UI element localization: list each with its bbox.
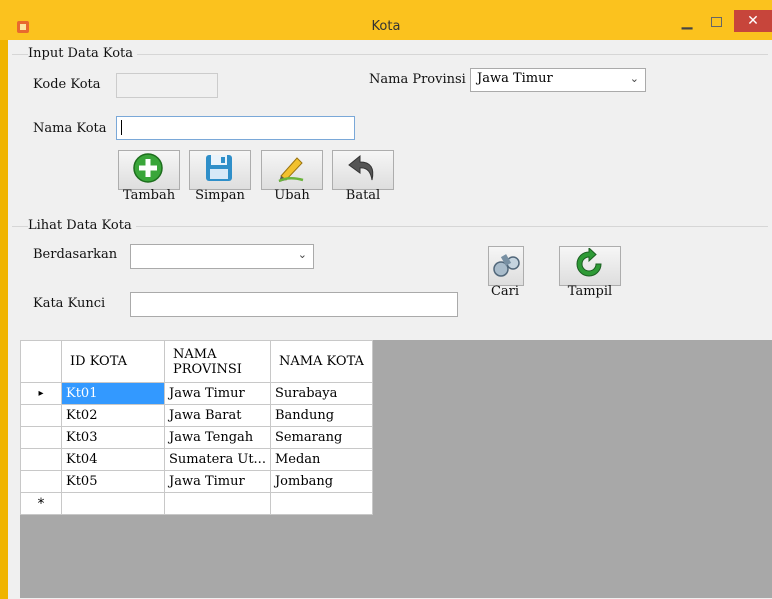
current-row-indicator[interactable]: ▸ xyxy=(20,382,62,405)
table-row[interactable]: Kt03 Jawa Tengah Semarang xyxy=(20,426,373,449)
chevron-down-icon: ⌄ xyxy=(297,248,307,261)
refresh-icon xyxy=(576,248,602,277)
cell-nama-kota[interactable]: Bandung xyxy=(269,404,373,427)
tambah-button[interactable]: Tambah xyxy=(118,150,180,208)
batal-button[interactable]: Batal xyxy=(332,150,394,208)
batal-label: Batal xyxy=(345,188,381,203)
kata-kunci-label: Kata Kunci xyxy=(33,296,106,311)
cell-nama-kota[interactable]: Medan xyxy=(269,448,373,471)
form-client-area: Input Data Kota Kode Kota Nama Provinsi … xyxy=(8,40,772,599)
chevron-down-icon: ⌄ xyxy=(629,72,639,85)
maximize-icon xyxy=(710,17,722,27)
kota-data-grid[interactable]: ID KOTA NAMA PROVINSI NAMA KOTA ▸ Kt01 J… xyxy=(20,340,772,598)
maximize-button[interactable] xyxy=(705,12,727,32)
title-bar[interactable]: Kota ▁ ✕ xyxy=(0,0,772,40)
column-header-id-kota[interactable]: ID KOTA xyxy=(61,340,165,383)
cell-nama-provinsi[interactable]: Jawa Timur xyxy=(164,470,271,493)
cell-id-kota[interactable]: Kt05 xyxy=(61,470,165,493)
row-header[interactable] xyxy=(20,426,62,449)
search-group-title: Lihat Data Kota xyxy=(28,218,136,233)
row-header[interactable] xyxy=(20,404,62,427)
pencil-edit-icon xyxy=(278,157,304,183)
simpan-label: Simpan xyxy=(195,188,245,203)
new-cell[interactable] xyxy=(164,492,271,515)
cell-id-kota[interactable]: Kt01 xyxy=(61,382,165,405)
cell-nama-provinsi[interactable]: Jawa Tengah xyxy=(164,426,271,449)
new-cell[interactable] xyxy=(61,492,165,515)
tambah-label: Tambah xyxy=(122,188,176,203)
cell-nama-provinsi[interactable]: Sumatera Ut... xyxy=(164,448,271,471)
cell-id-kota[interactable]: Kt03 xyxy=(61,426,165,449)
row-header[interactable] xyxy=(20,470,62,493)
simpan-button[interactable]: Simpan xyxy=(189,150,251,208)
minimize-button[interactable]: ▁ xyxy=(675,12,699,32)
text-caret xyxy=(121,120,122,135)
nama-provinsi-select[interactable]: Jawa Timur ⌄ xyxy=(470,68,646,92)
column-header-nama-provinsi[interactable]: NAMA PROVINSI xyxy=(164,340,271,383)
table-row[interactable]: Kt02 Jawa Barat Bandung xyxy=(20,404,373,427)
search-binoculars-icon xyxy=(493,254,520,277)
berdasarkan-select[interactable]: ⌄ xyxy=(130,244,314,269)
cell-nama-provinsi[interactable]: Jawa Timur xyxy=(164,382,271,405)
save-disk-icon xyxy=(206,155,232,181)
cari-label: Cari xyxy=(490,284,520,299)
row-header[interactable] xyxy=(20,448,62,471)
close-button[interactable]: ✕ xyxy=(734,10,772,32)
tampil-label: Tampil xyxy=(567,284,613,299)
cell-nama-kota[interactable]: Jombang xyxy=(269,470,373,493)
cari-button[interactable]: Cari xyxy=(488,246,550,304)
cell-nama-kota[interactable]: Surabaya xyxy=(269,382,373,405)
cell-nama-kota[interactable]: Semarang xyxy=(269,426,373,449)
cell-id-kota[interactable]: Kt02 xyxy=(61,404,165,427)
row-header-corner xyxy=(20,340,62,383)
table-row[interactable]: ▸ Kt01 Jawa Timur Surabaya xyxy=(20,382,373,405)
plus-circle-icon xyxy=(133,153,163,183)
kode-kota-input[interactable] xyxy=(116,73,218,98)
tampil-button[interactable]: Tampil xyxy=(559,246,621,304)
column-header-nama-kota[interactable]: NAMA KOTA xyxy=(269,340,373,383)
new-cell[interactable] xyxy=(269,492,373,515)
window-title: Kota xyxy=(371,19,401,34)
kota-table: ID KOTA NAMA PROVINSI NAMA KOTA ▸ Kt01 J… xyxy=(20,340,373,515)
berdasarkan-label: Berdasarkan xyxy=(33,247,118,262)
app-window: Kota ▁ ✕ Input Data Kota Kode Kota Nama … xyxy=(0,0,772,599)
kode-kota-label: Kode Kota xyxy=(33,77,101,92)
input-group-title: Input Data Kota xyxy=(28,46,138,61)
table-row[interactable]: Kt04 Sumatera Ut... Medan xyxy=(20,448,373,471)
nama-kota-input[interactable] xyxy=(116,116,355,140)
ubah-label: Ubah xyxy=(274,188,310,203)
nama-provinsi-value: Jawa Timur xyxy=(477,71,553,86)
cell-nama-provinsi[interactable]: Jawa Barat xyxy=(164,404,271,427)
table-row[interactable]: Kt05 Jawa Timur Jombang xyxy=(20,470,373,493)
kata-kunci-input[interactable] xyxy=(130,292,458,317)
nama-kota-label: Nama Kota xyxy=(33,121,107,136)
undo-arrow-icon xyxy=(348,154,374,181)
ubah-button[interactable]: Ubah xyxy=(261,150,323,208)
cell-id-kota[interactable]: Kt04 xyxy=(61,448,165,471)
new-row-indicator[interactable]: * xyxy=(20,492,62,515)
new-row[interactable]: * xyxy=(20,492,373,515)
nama-provinsi-label: Nama Provinsi xyxy=(369,72,466,87)
table-header-row: ID KOTA NAMA PROVINSI NAMA KOTA xyxy=(20,340,373,383)
